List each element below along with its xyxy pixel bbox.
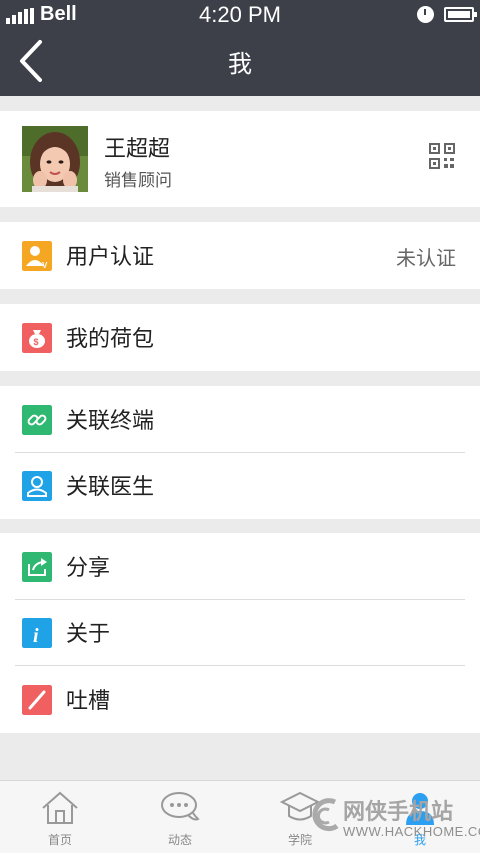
menu-group-wallet: $ 我的荷包 [0, 304, 480, 371]
page-title: 我 [228, 50, 252, 78]
svg-text:i: i [33, 625, 39, 647]
verify-status: 未认证 [396, 246, 456, 270]
status-time: 4:20 PM [199, 2, 281, 27]
tab-label: 首页 [47, 833, 72, 847]
profile-name: 王超超 [104, 137, 171, 162]
menu-group-links: 关联终端 关联医生 [0, 386, 480, 519]
svg-text:V: V [42, 261, 48, 270]
tab-label: 动态 [167, 833, 192, 847]
chat-icon [161, 792, 200, 821]
menu-item-label: 分享 [66, 556, 111, 581]
menu-item-label: 关于 [66, 622, 111, 647]
link-icon [22, 405, 52, 435]
menu-item-verify[interactable]: V 用户认证 未认证 [0, 222, 480, 289]
menu-item-share[interactable]: 分享 [0, 533, 480, 600]
menu-item-terminal[interactable]: 关联终端 [0, 386, 480, 453]
tab-home[interactable]: 首页 [0, 781, 120, 853]
info-icon: i [22, 618, 52, 648]
rotation-lock-icon [417, 6, 434, 23]
status-bar: Bell 4:20 PM [0, 0, 480, 30]
tab-activity[interactable]: 动态 [120, 781, 240, 853]
doctor-icon [22, 471, 52, 501]
watermark: 网侠手机站 WWW.HACKHOME.COM [305, 790, 480, 850]
watermark-url: WWW.HACKHOME.COM [343, 824, 480, 839]
menu-group-verify: V 用户认证 未认证 [0, 222, 480, 289]
profile-card[interactable]: 王超超 销售顾问 [0, 111, 480, 207]
watermark-logo-icon [312, 798, 339, 832]
share-icon [22, 552, 52, 582]
top-bar: Bell 4:20 PM 我 [0, 0, 480, 96]
menu-item-label: 我的荷包 [66, 327, 155, 352]
menu-item-label: 吐槽 [66, 689, 111, 714]
menu-item-wallet[interactable]: $ 我的荷包 [0, 304, 480, 371]
svg-text:$: $ [34, 337, 39, 347]
battery-icon [444, 7, 477, 22]
menu-item-label: 关联医生 [66, 475, 155, 500]
menu-item-about[interactable]: i 关于 [0, 599, 480, 666]
profile-role: 销售顾问 [104, 171, 172, 191]
user-verify-icon: V [22, 241, 52, 271]
menu-item-doctor[interactable]: 关联医生 [0, 452, 480, 519]
menu-item-feedback[interactable]: 吐槽 [0, 666, 480, 733]
money-bag-icon: $ [22, 323, 52, 353]
menu-group-misc: 分享 i 关于 吐槽 [0, 533, 480, 733]
menu-item-label: 用户认证 [66, 245, 155, 270]
qr-code-icon[interactable] [429, 143, 455, 169]
menu-item-label: 关联终端 [66, 409, 155, 434]
pencil-icon [22, 685, 52, 715]
home-icon [42, 791, 78, 824]
watermark-title: 网侠手机站 [343, 800, 454, 825]
avatar [22, 126, 88, 192]
